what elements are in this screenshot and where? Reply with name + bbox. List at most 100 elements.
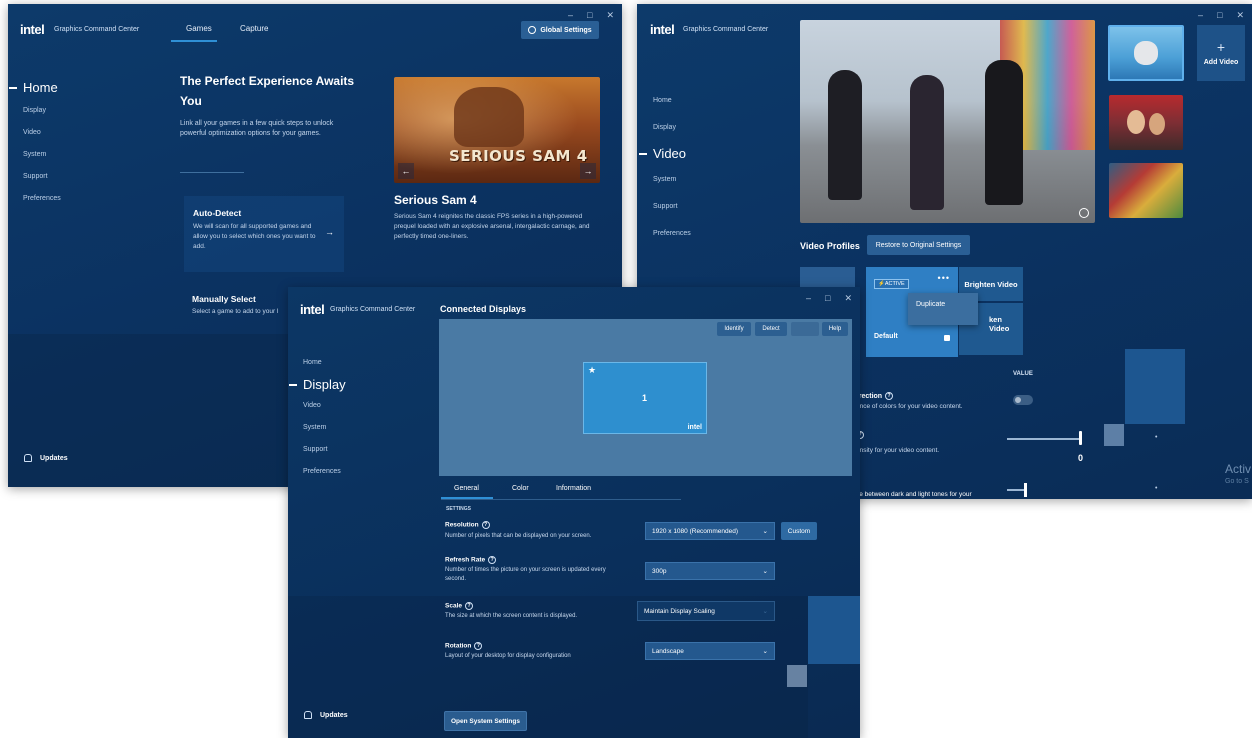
restore-original-button[interactable]: Restore to Original Settings [867,235,970,255]
row1-toggle[interactable] [1013,395,1033,405]
video-preview[interactable] [800,20,1095,223]
sidebar-item-support[interactable]: Support [303,446,346,453]
hero-title: The Perfect Experience Awaits You [180,74,355,108]
tab-color[interactable]: Color [512,485,529,492]
sidebar-item-system[interactable]: System [303,424,346,431]
sidebar-item-video[interactable]: Video [639,146,691,161]
rotation-dropdown[interactable]: Landscape ⌄ [645,642,775,660]
maximize-icon[interactable]: □ [825,293,830,304]
add-video-label: Add Video [1203,58,1239,66]
context-menu-duplicate[interactable]: Duplicate [908,293,978,325]
video-thumb-3[interactable] [1109,163,1183,218]
scale-value: Maintain Display Scaling [644,607,715,615]
refresh-rate-dropdown[interactable]: 300p ⌄ [645,562,775,580]
sidebar-item-support[interactable]: Support [653,203,691,210]
global-settings-button[interactable]: Global Settings [521,21,599,39]
manual-select-title[interactable]: Manually Select [192,294,256,304]
sidebar-item-video[interactable]: Video [23,129,61,136]
sidebar-item-support[interactable]: Support [23,173,61,180]
rotation-title-text: Rotation [445,642,472,650]
sidebar-item-home[interactable]: Home [653,97,691,104]
row2-slider-track[interactable] [1007,438,1082,440]
resolution-dropdown[interactable]: 1920 x 1080 (Recommended) ⌄ [645,522,775,540]
compare-icon[interactable] [1079,208,1089,218]
sidebar-item-preferences[interactable]: Preferences [303,468,346,475]
minimize-icon[interactable]: – [806,293,811,304]
intel-logo: intel [300,302,325,317]
row3-slider-thumb[interactable] [1024,483,1027,497]
sidebar-item-display[interactable]: Display [289,377,346,392]
dancer-3 [985,60,1023,205]
intel-logo: intel [650,22,675,37]
help-button[interactable]: Help [822,322,848,336]
active-badge-label: ACTIVE [884,281,905,287]
more-options-icon[interactable]: ••• [938,273,950,283]
close-icon[interactable]: ✕ [1236,10,1244,21]
sidebar-item-display[interactable]: Display [23,107,61,114]
refresh-rate-description: Number of times the picture on your scre… [445,567,606,582]
detect-button[interactable]: Detect [755,322,787,336]
globe-icon [528,26,537,34]
updates-link[interactable]: Updates [24,454,68,462]
maximize-icon[interactable]: □ [1217,10,1222,21]
primary-star-icon: ★ [588,365,597,375]
scale-title-text: Scale [445,602,462,610]
video-thumb-2[interactable] [1109,95,1183,150]
display-arrangement-area[interactable]: Identify Detect Help ★ 1 intel [439,319,852,476]
add-video-button[interactable]: + Add Video [1197,25,1245,81]
auto-detect-card[interactable]: Auto-Detect We will scan for all support… [184,196,344,272]
sidebar-item-system[interactable]: System [653,176,691,183]
video-profiles-title: Video Profiles [800,241,860,251]
bell-icon [24,454,32,462]
identify-button[interactable]: Identify [717,322,751,336]
close-icon[interactable]: ✕ [844,293,852,304]
global-settings-label: Global Settings [540,26,592,34]
minimize-icon[interactable]: – [1198,10,1203,21]
maximize-icon[interactable]: □ [587,10,592,21]
sidebar-item-preferences[interactable]: Preferences [23,195,61,202]
monitor-1[interactable]: ★ 1 intel [583,362,707,434]
chevron-down-icon: ⌄ [762,648,768,655]
skier-figure [1134,41,1158,65]
open-system-settings-button[interactable]: Open System Settings [444,711,527,731]
refresh-rate-title-text: Refresh Rate [445,556,486,564]
sidebar-item-home[interactable]: Home [9,80,61,95]
bolt-icon: ⚡ [878,281,885,287]
display-sidebar: Home Display Video System Support Prefer… [289,359,346,490]
featured-game-banner[interactable]: SERIOUS SAM 4 ← → [394,77,600,183]
tab-general[interactable]: General [454,485,479,492]
scale-title: Scale? [445,602,473,610]
sidebar-item-home[interactable]: Home [303,359,346,366]
help-icon[interactable]: ? [474,642,483,650]
decor-small-square [787,665,807,687]
face-figure-2 [1149,113,1165,135]
scale-dropdown[interactable]: Maintain Display Scaling ⌄ [637,601,775,621]
face-figure [1127,110,1145,134]
rotation-description: Layout of your desktop for display confi… [445,653,571,659]
sidebar-item-system[interactable]: System [23,151,61,158]
help-icon[interactable]: ? [488,556,497,564]
tab-information[interactable]: Information [556,485,591,492]
plus-icon: + [1216,38,1226,55]
tab-capture[interactable]: Capture [240,24,268,33]
sidebar-item-preferences[interactable]: Preferences [653,230,691,237]
row2-slider-thumb[interactable] [1079,431,1082,445]
resolution-description: Number of pixels that can be displayed o… [445,533,592,539]
toggle-knob [1015,397,1021,403]
row2-reset-square[interactable] [1104,424,1124,446]
help-icon[interactable]: ? [885,392,894,400]
updates-link[interactable]: Updates [304,711,348,719]
close-icon[interactable]: ✕ [606,10,614,21]
arrow-right-nav-icon[interactable]: → [580,163,596,179]
display-window: intel Graphics Command Center – □ ✕ Home… [288,287,860,738]
minimize-icon[interactable]: – [568,10,573,21]
video-thumb-1[interactable] [1108,25,1184,81]
custom-button[interactable]: Custom [781,522,817,540]
tab-games[interactable]: Games [186,24,212,33]
arrow-left-icon[interactable]: ← [398,163,414,179]
help-icon[interactable]: ? [481,521,490,529]
sidebar-item-display[interactable]: Display [653,124,691,131]
help-icon[interactable]: ? [465,602,473,610]
row3-marker: • [1155,485,1158,492]
sidebar-item-video[interactable]: Video [303,402,346,409]
